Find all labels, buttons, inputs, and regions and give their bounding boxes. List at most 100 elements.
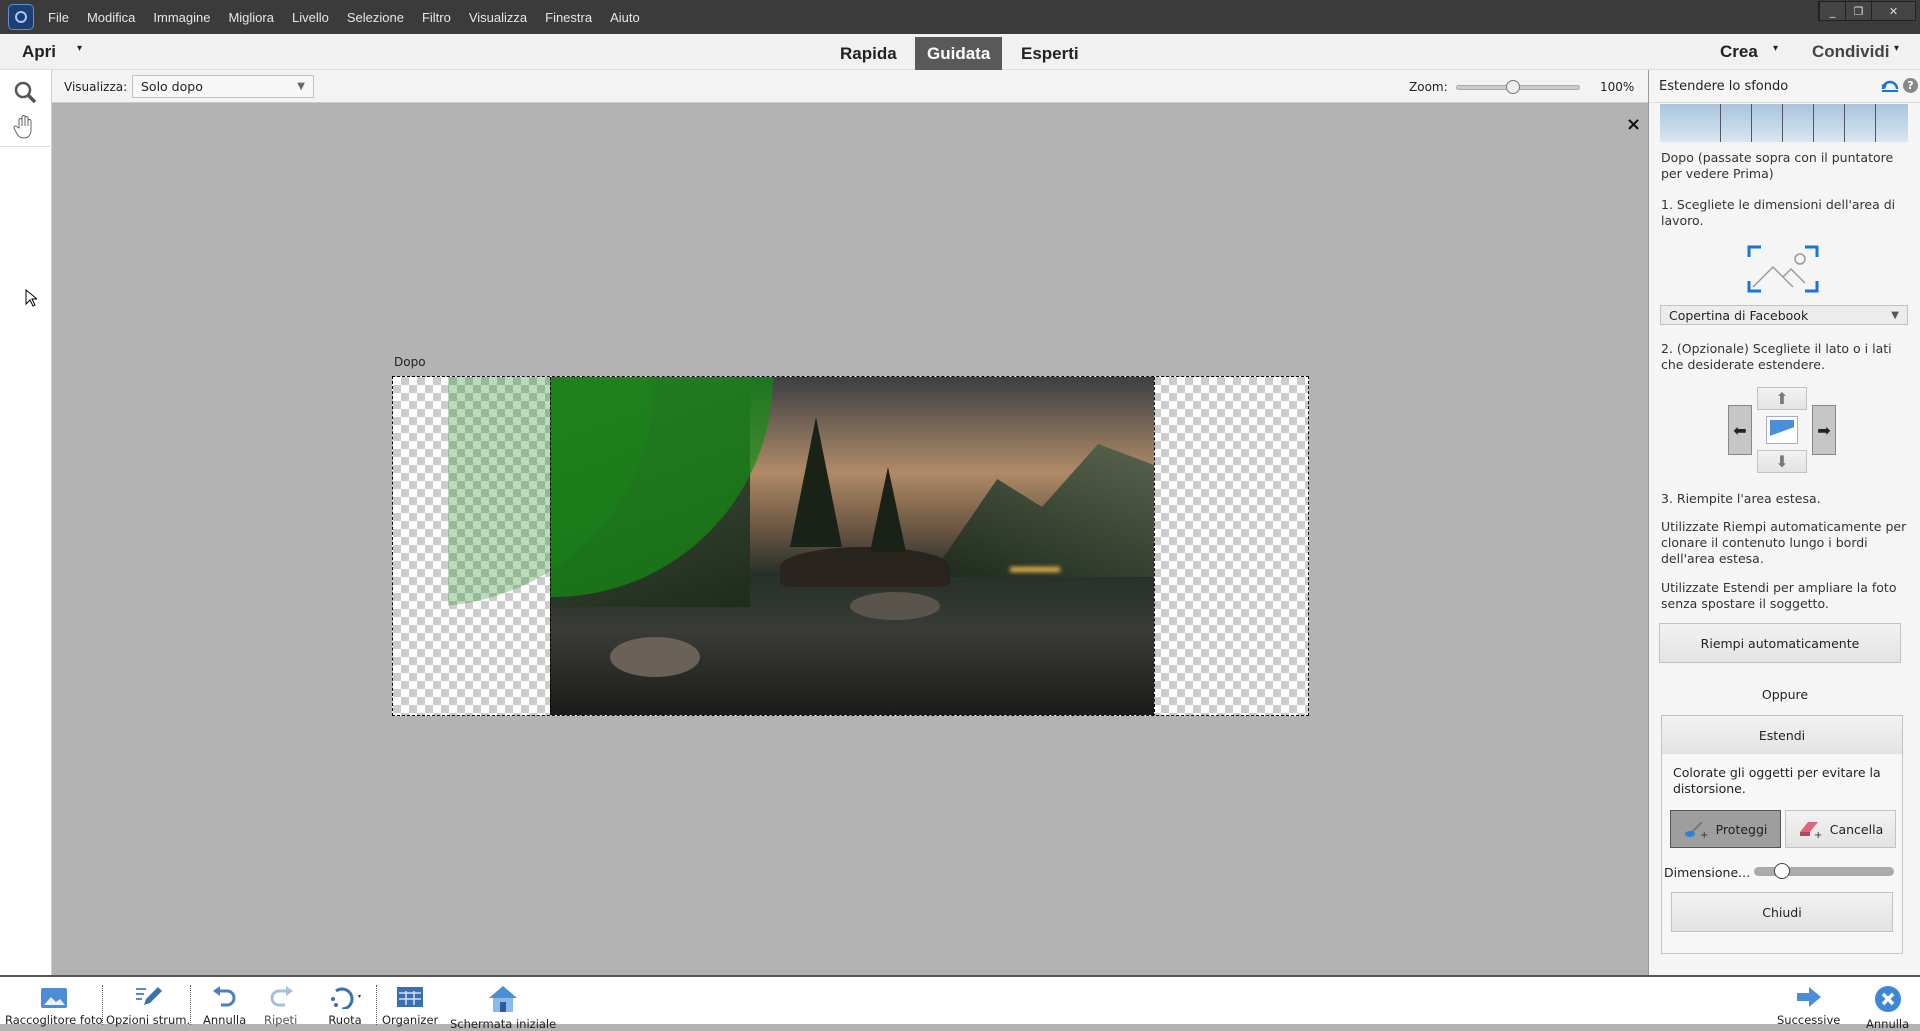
extend-button[interactable]: Estendi xyxy=(1661,715,1903,755)
close-window-button[interactable]: ✕ xyxy=(1871,2,1915,20)
paint-help: Colorate gli oggetti per evitare la dist… xyxy=(1673,765,1881,796)
menu-modifica[interactable]: Modifica xyxy=(87,10,135,25)
preview-caption: Dopo (passate sopra con il puntatore per… xyxy=(1661,150,1894,181)
mouse-cursor-icon xyxy=(25,289,37,307)
extend-right-button[interactable]: ➡ xyxy=(1812,405,1836,455)
share-chevron-down-icon[interactable]: ▾ xyxy=(1894,43,1899,54)
redo-button[interactable]: Ripeti xyxy=(264,985,297,1027)
menu-bar: File Modifica Immagine Migliora Livello … xyxy=(0,0,1920,34)
size-preset-select[interactable]: Copertina di Facebook ▼ xyxy=(1660,305,1908,325)
undo-icon xyxy=(212,986,236,1007)
toolbox xyxy=(0,70,52,975)
organizer-button[interactable]: Organizer xyxy=(382,985,438,1027)
zoom-tool-icon[interactable] xyxy=(13,80,37,104)
create-chevron-down-icon[interactable]: ▾ xyxy=(1773,43,1778,54)
cancel-icon xyxy=(1874,986,1901,1012)
image-position-icon xyxy=(1766,416,1798,444)
cancel-button[interactable]: Annulla xyxy=(1866,985,1909,1031)
photo-bin-icon xyxy=(40,988,67,1008)
redo-icon xyxy=(270,986,293,1007)
hand-tool-icon[interactable] xyxy=(13,114,37,140)
menu-migliora[interactable]: Migliora xyxy=(228,10,274,25)
restore-button[interactable]: ❐ xyxy=(1845,2,1871,20)
image-label: Dopo xyxy=(394,355,426,369)
close-canvas-icon[interactable]: × xyxy=(1626,114,1641,135)
menu-filtro[interactable]: Filtro xyxy=(422,10,451,25)
step2-text: 2. (Opzionale) Scegliete il lato o i lat… xyxy=(1661,341,1892,372)
close-button[interactable]: Chiudi xyxy=(1671,892,1893,932)
erase-button[interactable]: + Cancella xyxy=(1785,810,1896,848)
open-button[interactable]: Apri xyxy=(22,42,56,62)
erase-label: Cancella xyxy=(1829,821,1884,837)
menu-aiuto[interactable]: Aiuto xyxy=(610,10,640,25)
or-label: Oppure xyxy=(1761,687,1809,702)
svg-text:+: + xyxy=(1700,830,1708,838)
menu-livello[interactable]: Livello xyxy=(292,10,329,25)
reset-icon[interactable] xyxy=(1881,79,1899,93)
canvas-area[interactable]: × Dopo xyxy=(25,103,1648,975)
arrow-up-icon: ⬆ xyxy=(1775,389,1789,408)
chevron-down-icon: ▼ xyxy=(1891,309,1899,321)
view-select-value: Solo dopo xyxy=(141,79,203,94)
svg-text:+: + xyxy=(1814,830,1822,838)
extend-left-button[interactable]: ⬅ xyxy=(1728,405,1752,455)
menu-selezione[interactable]: Selezione xyxy=(347,10,404,25)
app-logo-icon xyxy=(8,4,34,30)
autofill-button[interactable]: Riempi automaticamente xyxy=(1659,623,1901,663)
rotate-icon xyxy=(331,987,361,1009)
home-screen-button[interactable]: Schermata iniziale xyxy=(450,985,556,1031)
arrow-left-icon: ⬅ xyxy=(1733,420,1747,440)
taskbar: Raccoglitore foto Opzioni strum. Annulla… xyxy=(0,975,1920,1031)
protect-label: Proteggi xyxy=(1715,821,1768,837)
tool-options-icon xyxy=(136,987,163,1005)
organizer-icon xyxy=(397,987,424,1007)
menu-file[interactable]: File xyxy=(48,10,69,25)
menu-visualizza[interactable]: Visualizza xyxy=(469,10,527,25)
organizer-label: Organizer xyxy=(382,1013,439,1027)
menu-immagine[interactable]: Immagine xyxy=(153,10,210,25)
photo-bin-button[interactable]: Raccoglitore foto xyxy=(5,985,103,1027)
zoom-value: 100% xyxy=(1600,80,1635,94)
view-label: Visualizza: xyxy=(64,80,128,94)
menu-finestra[interactable]: Finestra xyxy=(545,10,592,25)
canvas-image[interactable] xyxy=(392,376,1309,716)
extend-top-button[interactable]: ⬆ xyxy=(1757,387,1807,410)
rotate-label: Ruota xyxy=(328,1013,362,1027)
brush-size-handle[interactable] xyxy=(1774,863,1790,879)
help-icon[interactable]: ? xyxy=(1903,78,1918,93)
brush-size-label: Dimensione... xyxy=(1664,865,1751,880)
photo-bin-label: Raccoglitore foto xyxy=(5,1013,103,1027)
preview-image xyxy=(1660,104,1908,142)
redo-label: Ripeti xyxy=(264,1013,298,1027)
canvas-size-icon xyxy=(1747,245,1819,293)
protect-brush-icon: + xyxy=(1684,821,1708,838)
tab-guidata[interactable]: Guidata xyxy=(915,37,1003,70)
protect-button[interactable]: + Proteggi xyxy=(1670,810,1781,848)
next-button[interactable]: Successive xyxy=(1777,985,1840,1027)
extend-help: Utilizzate Estendi per ampliare la foto … xyxy=(1661,580,1897,611)
tab-esperti[interactable]: Esperti xyxy=(1009,37,1091,70)
cancel-label: Annulla xyxy=(1866,1017,1910,1031)
view-select[interactable]: Solo dopo ▼ xyxy=(132,75,314,98)
brush-size-slider[interactable] xyxy=(1754,863,1894,879)
eraser-icon: + xyxy=(1799,822,1822,838)
rotate-button[interactable]: Ruota xyxy=(328,985,362,1027)
minimize-button[interactable]: _ xyxy=(1819,2,1845,20)
tool-options-button[interactable]: Opzioni strum. xyxy=(106,985,190,1027)
tool-options-label: Opzioni strum. xyxy=(106,1013,191,1027)
autofill-help: Utilizzate Riempi automaticamente per cl… xyxy=(1661,519,1907,566)
extend-bottom-button[interactable]: ⬇ xyxy=(1757,450,1807,473)
home-icon xyxy=(489,986,518,1012)
arrow-right-icon xyxy=(1796,987,1821,1007)
open-chevron-down-icon[interactable]: ▾ xyxy=(77,43,82,54)
share-button[interactable]: Condividi xyxy=(1812,42,1889,62)
undo-button[interactable]: Annulla xyxy=(203,985,246,1027)
create-button[interactable]: Crea xyxy=(1720,42,1758,62)
zoom-slider-handle[interactable] xyxy=(1505,80,1520,94)
guided-panel: Estendere lo sfondo ? Dopo (passate sopr… xyxy=(1648,70,1920,975)
zoom-slider[interactable] xyxy=(1456,80,1580,94)
step1-text: 1. Scegliete le dimensioni dell'area di … xyxy=(1661,197,1896,228)
step3-text: 3. Riempite l'area estesa. xyxy=(1661,491,1821,506)
tab-rapida[interactable]: Rapida xyxy=(828,37,909,70)
chevron-down-icon: ▼ xyxy=(297,81,305,92)
